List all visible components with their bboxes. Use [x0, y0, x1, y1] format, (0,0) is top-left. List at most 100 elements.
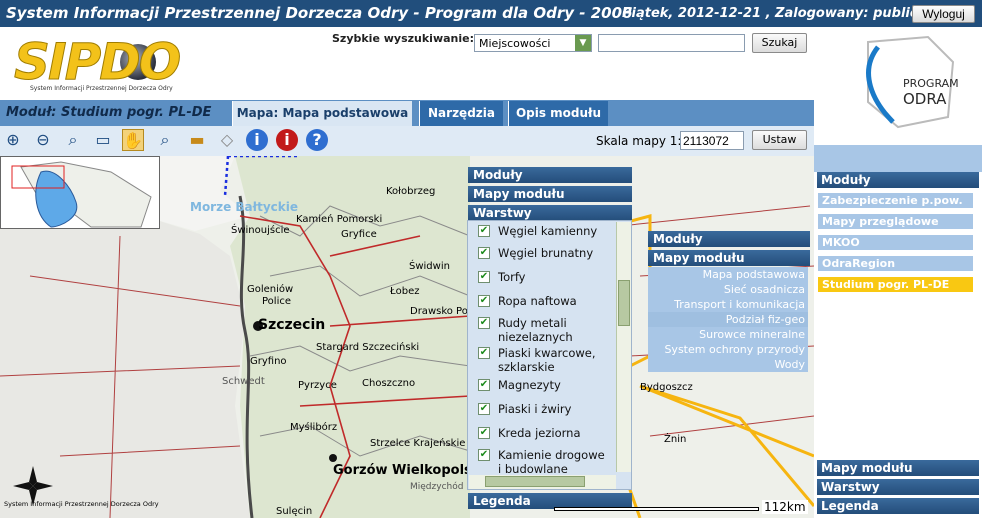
map-label-gorzow: Gorzów Wielkopols [333, 463, 472, 478]
help-icon[interactable]: ? [306, 129, 328, 151]
overview-map[interactable] [0, 156, 160, 229]
map-item-podstawowa[interactable]: Mapa podstawowa [648, 267, 808, 282]
module-link[interactable]: MKOO [817, 234, 974, 251]
map-label-sea: Morze Bałtyckie [190, 200, 299, 214]
layer-item[interactable]: ✔ Węgiel brunatny [478, 246, 608, 260]
layer-item[interactable]: ✔ Węgiel kamienny [478, 224, 608, 238]
tab-mapa[interactable]: Mapa: Mapa podstawowa [232, 101, 412, 126]
info-icon[interactable]: i [246, 129, 268, 151]
panel-mapy-modulu[interactable]: Mapy modułu [468, 186, 632, 202]
module-link-active[interactable]: Studium pogr. PL-DE [817, 276, 974, 293]
layer-item[interactable]: ✔ Piaski i żwiry [478, 402, 608, 416]
map-label: Świnoujście [231, 225, 290, 236]
layer-item[interactable]: ✔ Kreda jeziorna [478, 426, 608, 440]
date-user-info: Piątek, 2012-12-21 , Zalogowany: public [622, 6, 918, 21]
tab-narzedzia[interactable]: Narzędzia [419, 101, 503, 126]
quick-search-label: Szybkie wyszukiwanie: [332, 32, 474, 45]
svg-text:PROGRAM: PROGRAM [903, 77, 959, 90]
chevron-down-icon[interactable]: ▼ [575, 35, 591, 51]
map-label: Bydgoszcz [640, 382, 693, 393]
map-item-surowce[interactable]: Surowce mineralne [648, 327, 808, 342]
layer-item[interactable]: ✔ Ropa naftowa [478, 294, 608, 308]
scale-label: Skala mapy 1: [596, 134, 682, 148]
popup-moduly[interactable]: Moduły [648, 231, 810, 247]
layer-item[interactable]: ✔ Rudy metali niezelaznych [478, 316, 608, 344]
search-input[interactable] [598, 34, 745, 52]
right-moduly[interactable]: Moduły [817, 172, 979, 188]
map-item-wody[interactable]: Wody [648, 357, 808, 372]
map-label: Międzychód [410, 482, 464, 492]
layer-item[interactable]: ✔ Kamienie drogowe i budowlane [478, 448, 608, 476]
map-label: Kołobrzeg [386, 186, 436, 197]
checkbox[interactable]: ✔ [478, 427, 490, 439]
footer-logo-text: System Informacji Przestrzennej Dorzecza… [4, 500, 159, 508]
map-label: Choszczno [362, 378, 416, 389]
checkbox[interactable]: ✔ [478, 295, 490, 307]
checkbox[interactable]: ✔ [478, 347, 490, 359]
svg-text:ODRA: ODRA [903, 90, 947, 108]
map-label: Sulęcin [276, 506, 313, 517]
pan-hand-icon[interactable]: ✋ [122, 129, 144, 151]
search-map-icon[interactable]: ⌕ [154, 129, 176, 151]
scale-bar: 112km [554, 500, 812, 517]
map-label: Myślibórz [290, 422, 338, 433]
search-button[interactable]: Szukaj [752, 33, 807, 53]
right-mapy-modulu[interactable]: Mapy modułu [817, 460, 979, 476]
scroll-thumb[interactable] [618, 280, 630, 326]
map-label: Żnin [664, 434, 687, 445]
module-link[interactable]: Zabezpieczenie p.pow. [817, 192, 974, 209]
popup-mapy-modulu[interactable]: Mapy modułu [648, 250, 810, 266]
search-type-select[interactable]: Miejscowości ▼ [474, 34, 592, 52]
eraser-icon[interactable]: ◇ [216, 129, 238, 151]
map-label: Goleniów [247, 284, 294, 295]
module-link[interactable]: OdraRegion [817, 255, 974, 272]
map-label: Gryfino [250, 356, 287, 367]
panel-warstwy[interactable]: Warstwy [468, 205, 632, 221]
checkbox[interactable]: ✔ [478, 225, 490, 237]
map-label: Pyrzyce [298, 380, 337, 391]
layer-item[interactable]: ✔ Torfy [478, 270, 608, 284]
map-item-siec[interactable]: Sieć osadnicza [648, 282, 808, 297]
map-item-podzial[interactable]: Podział fiz-geo [648, 312, 808, 327]
measure-icon[interactable]: ▬ [186, 129, 208, 151]
map-label: Strzelce Krajeńskie [370, 438, 466, 449]
checkbox[interactable]: ✔ [478, 379, 490, 391]
scale-text: 112km [762, 500, 808, 514]
map-item-transport[interactable]: Transport i komunikacja [648, 297, 808, 312]
map-label-szczecin: Szczecin [258, 317, 326, 333]
map-label: Schwedt [222, 376, 265, 387]
layer-item[interactable]: ✔ Piaski kwarcowe, szklarskie [478, 346, 608, 374]
layers-vertical-scrollbar[interactable] [616, 222, 631, 472]
map-item-ochrona[interactable]: System ochrony przyrody [648, 342, 808, 357]
map-label: Łobez [390, 286, 420, 297]
right-warstwy[interactable]: Warstwy [817, 479, 979, 495]
checkbox[interactable]: ✔ [478, 449, 490, 461]
checkbox[interactable]: ✔ [478, 317, 490, 329]
zoom-out-icon[interactable]: ⊖ [32, 129, 54, 151]
tab-opis[interactable]: Opis modułu [508, 101, 608, 126]
set-scale-button[interactable]: Ustaw [752, 130, 807, 150]
zoom-box-icon[interactable]: ⌕ [62, 129, 84, 151]
layer-item[interactable]: ✔ Magnezyty [478, 378, 608, 392]
right-legenda[interactable]: Legenda [817, 498, 979, 514]
logout-button[interactable]: Wyloguj [912, 5, 975, 23]
title-bar: System Informacji Przestrzennej Dorzecza… [0, 0, 982, 27]
map-label: Świdwin [409, 261, 450, 272]
scroll-thumb[interactable] [485, 476, 585, 487]
checkbox[interactable]: ✔ [478, 271, 490, 283]
checkbox[interactable]: ✔ [478, 403, 490, 415]
module-link[interactable]: Mapy przeglądowe [817, 213, 974, 230]
logo-letters: SIPDO [13, 33, 181, 91]
map-label: Kamień Pomorski [296, 214, 383, 225]
panel-moduly[interactable]: Moduły [468, 167, 632, 183]
map-label: Gryfice [341, 229, 377, 240]
layers-list: ✔ Węgiel kamienny ✔ Węgiel brunatny ✔ Torfy… [467, 220, 632, 490]
logo-subtitle: System Informacji Przestrzennej Dorzecza… [30, 85, 173, 92]
info-red-icon[interactable]: i [276, 129, 298, 151]
checkbox[interactable]: ✔ [478, 247, 490, 259]
scale-input[interactable] [680, 131, 744, 150]
full-extent-icon[interactable]: ▭ [92, 129, 114, 151]
layers-horizontal-scrollbar[interactable] [469, 475, 616, 489]
zoom-in-icon[interactable]: ⊕ [2, 129, 24, 151]
search-type-value: Miejscowości [479, 37, 551, 50]
